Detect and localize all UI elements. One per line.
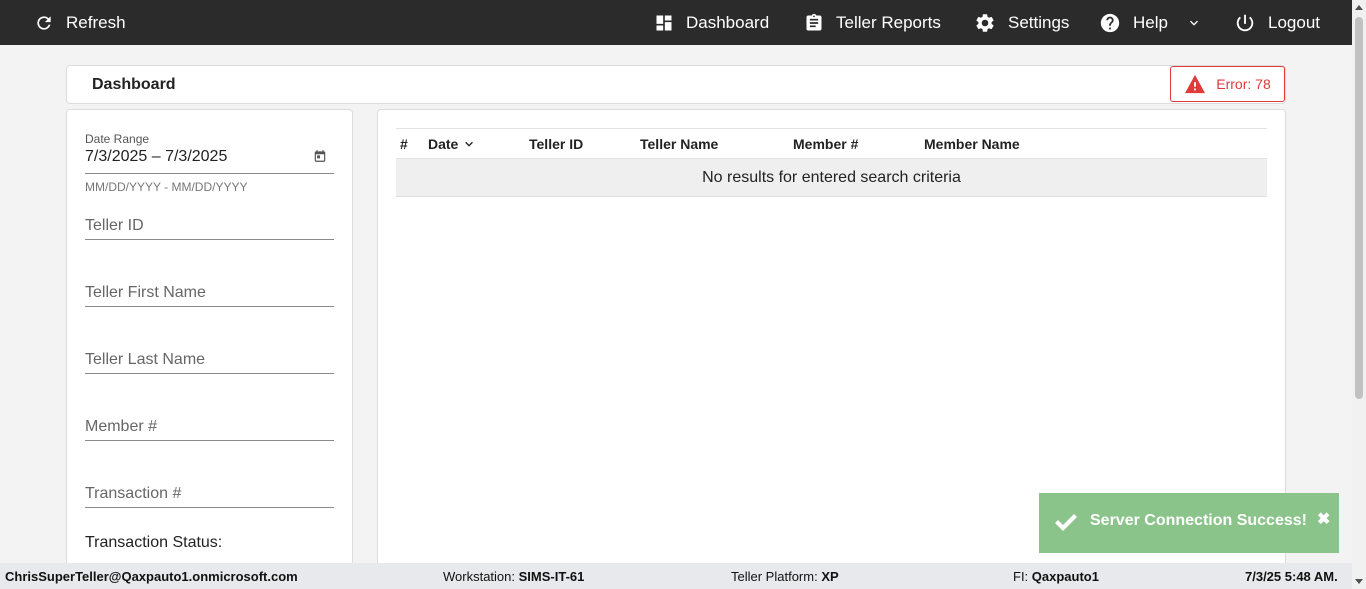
nav-teller-reports-button[interactable]: Teller Reports: [804, 0, 941, 45]
footer-platform: Teller Platform: XP: [731, 569, 839, 584]
nav-logout-label: Logout: [1268, 12, 1320, 32]
footer-fi: FI: Qaxpauto1: [1013, 569, 1099, 584]
nav-teller-reports-label: Teller Reports: [836, 12, 941, 32]
checkmark-icon: [1055, 514, 1077, 531]
teller-id-field: [85, 210, 334, 240]
teller-last-name-input[interactable]: [85, 344, 334, 372]
empty-results-message: No results for entered search criteria: [396, 159, 1267, 197]
calendar-icon[interactable]: [313, 149, 327, 163]
transaction-status-label: Transaction Status:: [85, 534, 223, 551]
warning-icon: [1185, 74, 1206, 94]
status-bar: ChrisSuperTeller@Qaxpauto1.onmicrosoft.c…: [0, 563, 1352, 589]
gear-icon: [976, 13, 994, 32]
close-icon[interactable]: ✖: [1317, 509, 1330, 529]
page-title: Dashboard: [92, 76, 176, 93]
refresh-label: Refresh: [66, 12, 126, 32]
top-navbar: Refresh Dashboard Teller Reports Setting…: [0, 0, 1352, 45]
help-icon: [1100, 13, 1120, 32]
nav-dashboard-label: Dashboard: [686, 12, 770, 32]
nav-logout-button[interactable]: Logout: [1234, 0, 1320, 45]
page-scrollbar[interactable]: [1352, 0, 1366, 589]
footer-workstation: Workstation: SIMS-IT-61: [443, 569, 585, 584]
date-range-label: Date Range: [85, 132, 150, 146]
date-range-hint: MM/DD/YYYY - MM/DD/YYYY: [85, 180, 248, 194]
teller-first-name-field: [85, 277, 334, 307]
column-header-teller-id[interactable]: Teller ID: [529, 136, 583, 152]
column-header-number[interactable]: #: [400, 136, 408, 152]
refresh-icon: [37, 15, 51, 30]
page-header: Dashboard Error: 78: [66, 65, 1286, 104]
transaction-number-input[interactable]: [85, 478, 334, 506]
transaction-number-field: [85, 478, 334, 508]
refresh-button[interactable]: Refresh: [34, 0, 126, 45]
filter-panel: Date Range 7/3/2025 – 7/3/2025 MM/DD/YYY…: [66, 109, 353, 579]
scroll-down-arrow-icon[interactable]: [1355, 579, 1363, 584]
teller-first-name-input[interactable]: [85, 277, 334, 305]
member-number-field: [85, 411, 334, 441]
sort-descending-icon: [465, 141, 474, 147]
teller-id-input[interactable]: [85, 210, 334, 238]
footer-datetime: 7/3/25 5:48 AM.: [1245, 569, 1338, 584]
nav-help-button[interactable]: Help: [1099, 0, 1202, 45]
column-header-member-number[interactable]: Member #: [793, 136, 858, 152]
member-number-input[interactable]: [85, 411, 334, 439]
nav-help-label: Help: [1133, 12, 1168, 32]
scroll-thumb[interactable]: [1355, 17, 1363, 399]
nav-settings-button[interactable]: Settings: [974, 0, 1069, 45]
column-header-teller-name[interactable]: Teller Name: [640, 136, 718, 152]
error-count-label: Error: 78: [1216, 76, 1271, 92]
toast-message: Server Connection Success!: [1090, 512, 1307, 529]
date-range-input[interactable]: 7/3/2025 – 7/3/2025: [85, 148, 227, 166]
column-header-date[interactable]: Date: [428, 136, 476, 152]
power-icon: [1236, 14, 1254, 31]
nav-settings-label: Settings: [1008, 12, 1070, 32]
table-header-row: # Date Teller ID Teller Name Member # Me…: [396, 128, 1267, 159]
footer-user: ChrisSuperTeller@Qaxpauto1.onmicrosoft.c…: [5, 569, 298, 584]
chevron-down-icon: [1189, 20, 1198, 26]
teller-last-name-field: [85, 344, 334, 374]
dashboard-icon: [656, 15, 672, 30]
column-header-member-name[interactable]: Member Name: [924, 136, 1020, 152]
success-toast: Server Connection Success! ✖: [1039, 493, 1339, 553]
nav-dashboard-button[interactable]: Dashboard: [654, 0, 769, 45]
date-range-underline: [85, 173, 334, 174]
scroll-up-arrow-icon[interactable]: [1355, 5, 1363, 10]
clipboard-icon: [806, 13, 822, 31]
error-count-button[interactable]: Error: 78: [1170, 66, 1285, 102]
